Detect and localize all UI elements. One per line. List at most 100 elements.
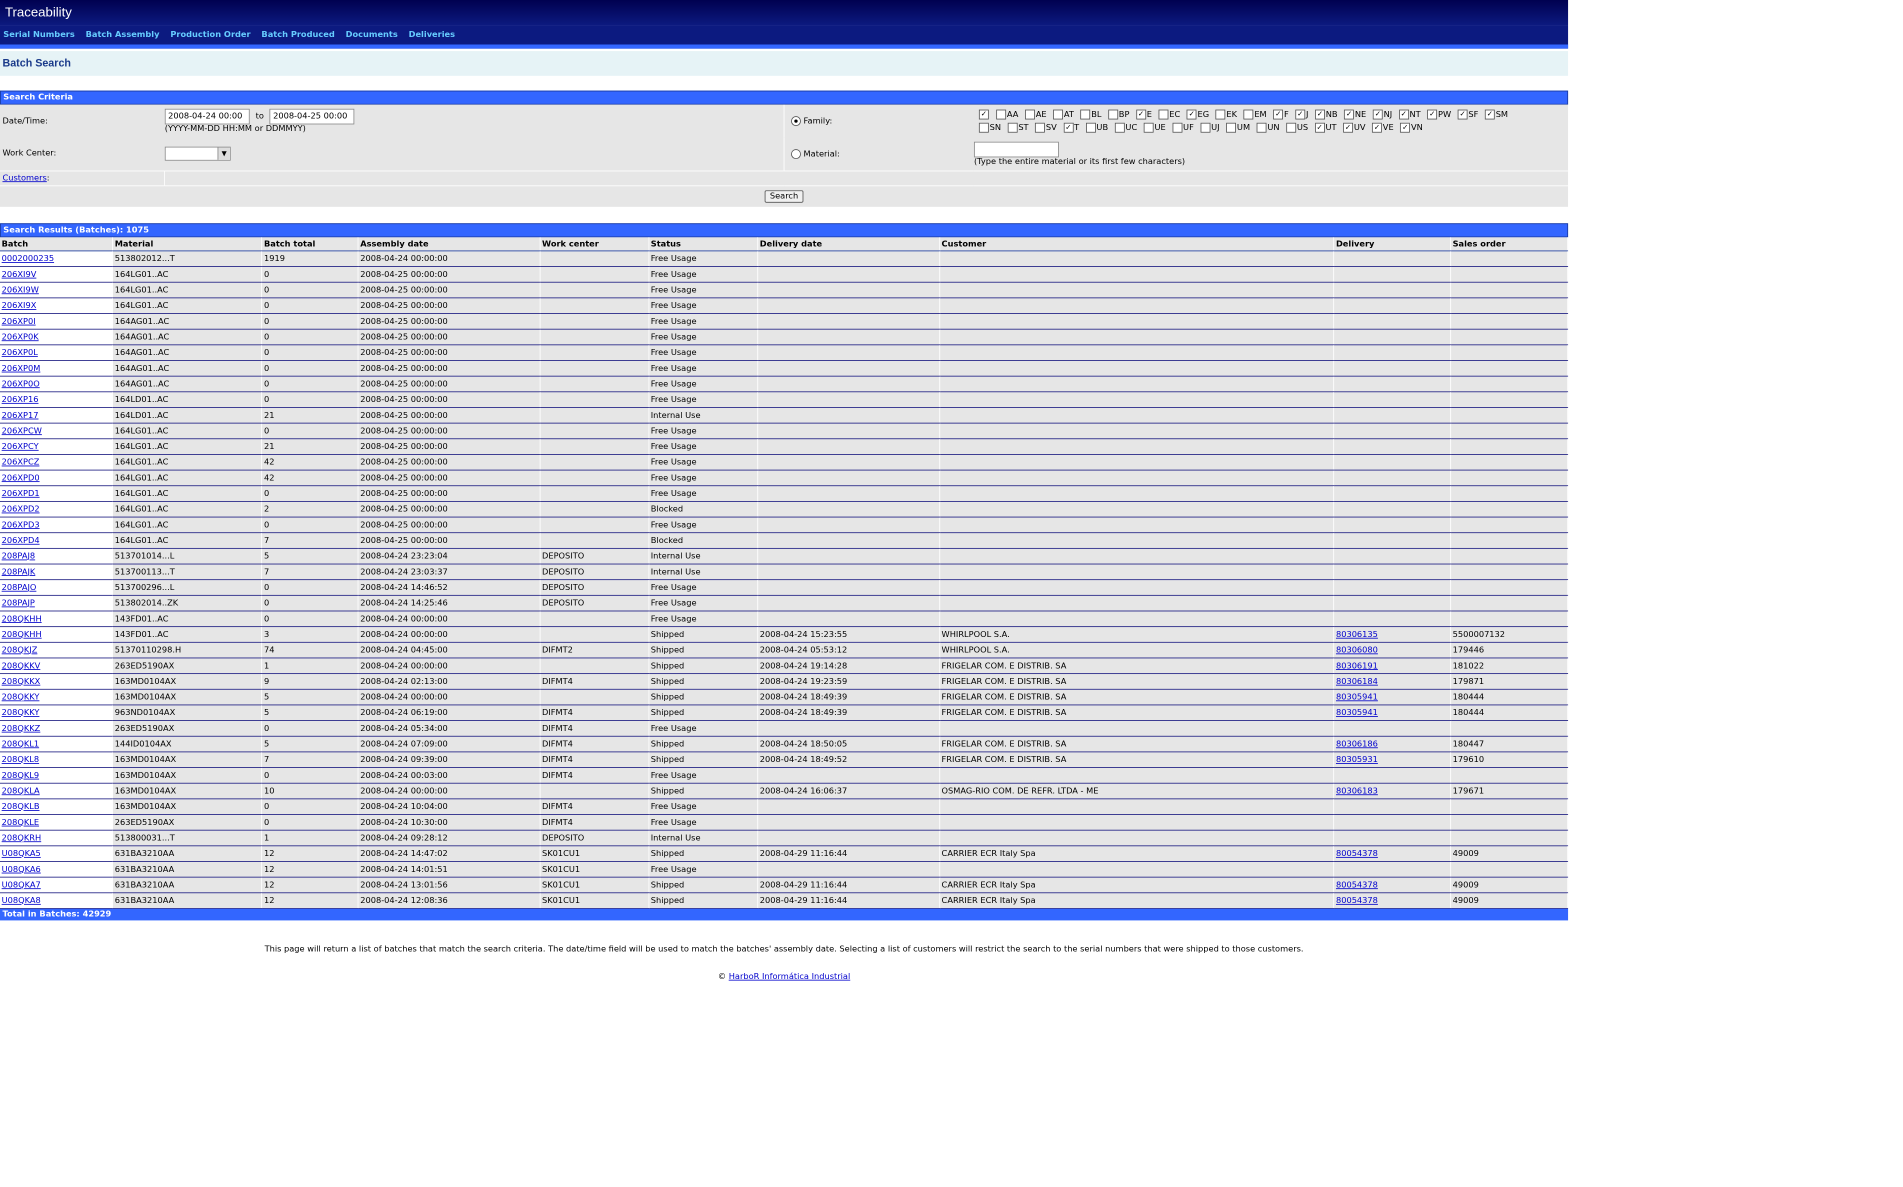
delivery-link[interactable]: 80054378 — [1336, 880, 1378, 889]
family-checkbox[interactable] — [1226, 122, 1237, 133]
batch-link[interactable]: U08QKA6 — [2, 865, 41, 874]
nav-batch-produced[interactable]: Batch Produced — [261, 30, 334, 39]
batch-link[interactable]: 206XPCZ — [2, 458, 40, 467]
batch-link[interactable]: 206XI9W — [2, 286, 39, 295]
batch-link[interactable]: 208QKKZ — [2, 724, 41, 733]
batch-link[interactable]: 206XPD1 — [2, 489, 40, 498]
batch-link[interactable]: 208PAJK — [2, 567, 36, 576]
batch-link[interactable]: 208PAJO — [2, 583, 37, 592]
family-checkbox[interactable] — [978, 122, 989, 133]
batch-link[interactable]: 206XP0I — [2, 317, 36, 326]
family-checkbox[interactable] — [1172, 122, 1183, 133]
batch-link[interactable]: 208QKL1 — [2, 740, 39, 749]
family-checkbox[interactable]: ✓ — [1186, 109, 1197, 120]
delivery-link[interactable]: 80305941 — [1336, 693, 1378, 702]
batch-link[interactable]: 208QKKY — [2, 708, 40, 717]
family-checkbox[interactable] — [1035, 122, 1046, 133]
batch-link[interactable]: 208QKLA — [2, 787, 40, 796]
batch-link[interactable]: 208QKHH — [2, 614, 42, 623]
batch-link[interactable]: 208QKHH — [2, 630, 42, 639]
family-checkbox[interactable]: ✓ — [1344, 109, 1355, 120]
batch-link[interactable]: 206XPCY — [2, 442, 39, 451]
delivery-link[interactable]: 80306080 — [1336, 646, 1378, 655]
batch-link[interactable]: 206XPD2 — [2, 505, 40, 514]
family-checkbox[interactable]: ✓ — [1273, 109, 1284, 120]
nav-documents[interactable]: Documents — [346, 30, 398, 39]
date-to-input[interactable] — [269, 108, 355, 125]
family-checkbox[interactable]: ✓ — [1343, 122, 1353, 133]
batch-link[interactable]: 206XP0K — [2, 332, 39, 341]
nav-serial-numbers[interactable]: Serial Numbers — [3, 30, 74, 39]
batch-link[interactable]: 208QKKV — [2, 661, 41, 670]
family-checkbox[interactable] — [996, 109, 1007, 120]
family-checkbox[interactable]: ✓ — [978, 109, 989, 120]
family-checkbox[interactable] — [1256, 122, 1267, 133]
batch-link[interactable]: 0002000235 — [2, 254, 54, 263]
batch-link[interactable]: 206XP17 — [2, 411, 39, 420]
batch-link[interactable]: 206XPD3 — [2, 520, 40, 529]
batch-link[interactable]: U08QKA5 — [2, 849, 41, 858]
family-checkbox[interactable] — [1108, 109, 1118, 120]
family-checkbox[interactable] — [1143, 122, 1154, 133]
batch-link[interactable]: 208QKLE — [2, 818, 39, 827]
batch-link[interactable]: 208QKJZ — [2, 646, 38, 655]
family-checkbox[interactable] — [1080, 109, 1091, 120]
nav-deliveries[interactable]: Deliveries — [409, 30, 455, 39]
delivery-link[interactable]: 80305941 — [1336, 708, 1378, 717]
batch-link[interactable]: U08QKA7 — [2, 880, 41, 889]
delivery-link[interactable]: 80306191 — [1336, 661, 1378, 670]
delivery-link[interactable]: 80306135 — [1336, 630, 1378, 639]
batch-link[interactable]: 206XP0O — [2, 379, 40, 388]
batch-link[interactable]: 206XP0M — [2, 364, 41, 373]
family-checkbox[interactable] — [1215, 109, 1226, 120]
chevron-down-icon[interactable]: ▼ — [217, 147, 230, 161]
delivery-link[interactable]: 80054378 — [1336, 896, 1378, 905]
family-checkbox[interactable] — [1053, 109, 1064, 120]
search-button[interactable]: Search — [764, 190, 804, 203]
batch-link[interactable]: 208QKKY — [2, 693, 40, 702]
batch-link[interactable]: 206XI9V — [2, 270, 37, 279]
nav-batch-assembly[interactable]: Batch Assembly — [86, 30, 160, 39]
family-checkbox[interactable]: ✓ — [1295, 109, 1306, 120]
batch-link[interactable]: 206XPD4 — [2, 536, 40, 545]
batch-link[interactable]: 206XPCW — [2, 426, 42, 435]
family-checkbox[interactable]: ✓ — [1484, 109, 1495, 120]
delivery-link[interactable]: 80306184 — [1336, 677, 1378, 686]
batch-link[interactable]: 208QKKX — [2, 677, 41, 686]
date-from-input[interactable] — [164, 108, 250, 125]
batch-link[interactable]: 208PAJP — [2, 599, 35, 608]
family-checkbox[interactable] — [1007, 122, 1018, 133]
material-radio[interactable] — [791, 148, 801, 159]
family-checkbox[interactable] — [1200, 122, 1211, 133]
family-checkbox[interactable]: ✓ — [1427, 109, 1438, 120]
batch-link[interactable]: 206XP0L — [2, 348, 38, 357]
family-checkbox[interactable]: ✓ — [1372, 122, 1382, 133]
family-checkbox[interactable]: ✓ — [1457, 109, 1468, 120]
batch-link[interactable]: 206XI9X — [2, 301, 37, 310]
batch-link[interactable]: 206XP16 — [2, 395, 39, 404]
work-center-select[interactable]: ▼ — [164, 146, 231, 161]
family-checkbox[interactable]: ✓ — [1314, 122, 1325, 133]
family-checkbox[interactable]: ✓ — [1315, 109, 1325, 120]
family-checkbox[interactable] — [1158, 109, 1169, 120]
company-link[interactable]: HarboR Informática Industrial — [729, 972, 851, 981]
family-checkbox[interactable]: ✓ — [1398, 109, 1409, 120]
batch-link[interactable]: 208QKRH — [2, 833, 42, 842]
customers-link[interactable]: Customers — [2, 173, 46, 182]
family-checkbox[interactable] — [1286, 122, 1297, 133]
family-checkbox[interactable]: ✓ — [1372, 109, 1383, 120]
family-checkbox[interactable] — [1025, 109, 1035, 120]
batch-link[interactable]: 206XPD0 — [2, 473, 40, 482]
batch-link[interactable]: U08QKA8 — [2, 896, 41, 905]
family-checkbox[interactable] — [1114, 122, 1125, 133]
family-radio[interactable] — [791, 116, 801, 127]
nav-production-order[interactable]: Production Order — [170, 30, 250, 39]
delivery-link[interactable]: 80306186 — [1336, 740, 1378, 749]
batch-link[interactable]: 208QKL8 — [2, 755, 39, 764]
delivery-link[interactable]: 80305931 — [1336, 755, 1378, 764]
delivery-link[interactable]: 80306183 — [1336, 787, 1378, 796]
family-checkbox[interactable] — [1085, 122, 1096, 133]
batch-link[interactable]: 208PAJ8 — [2, 552, 35, 561]
family-checkbox[interactable]: ✓ — [1136, 109, 1146, 120]
delivery-link[interactable]: 80054378 — [1336, 849, 1378, 858]
